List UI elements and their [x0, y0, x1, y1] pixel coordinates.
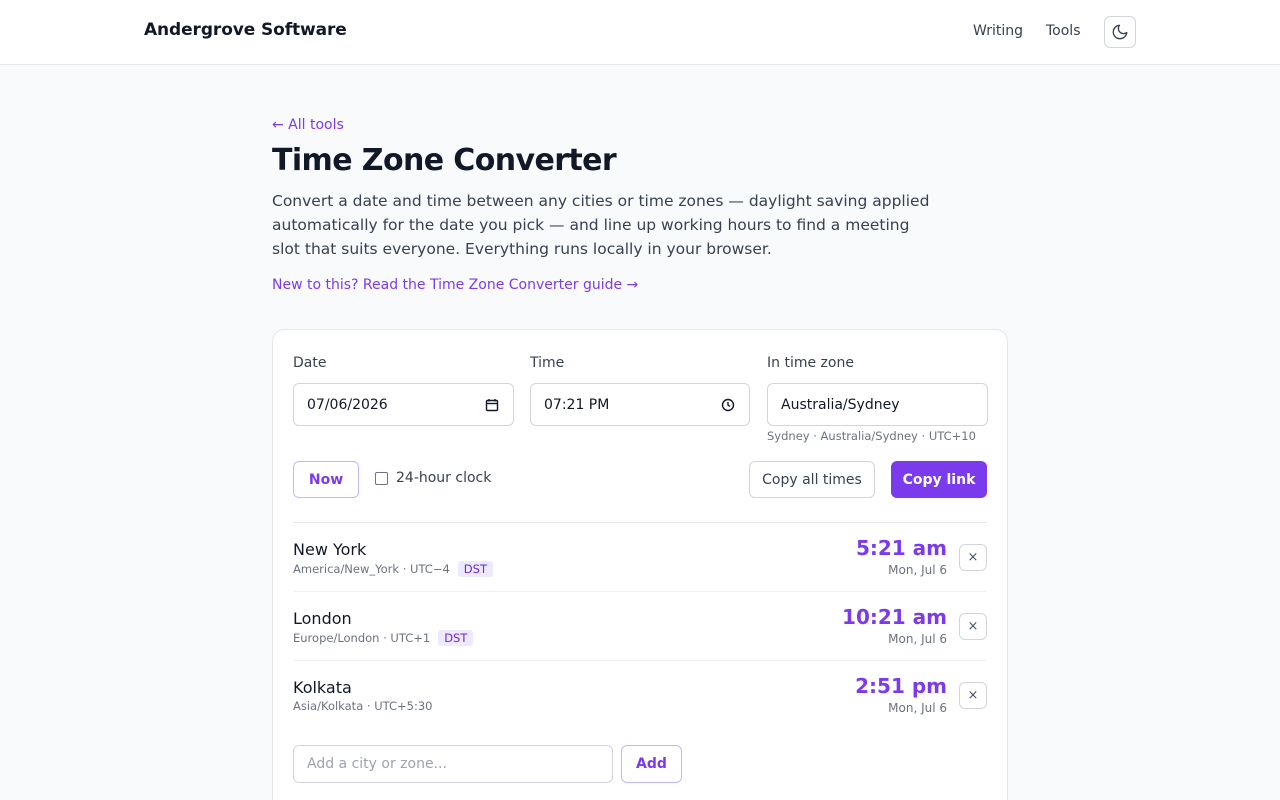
copy-all-times-button[interactable]: Copy all times	[749, 461, 875, 498]
top-bar: Andergrove Software Writing Tools	[0, 0, 1280, 65]
time-input[interactable]: 07:21 PM	[530, 383, 750, 426]
time-value: 07:21 PM	[544, 396, 610, 413]
date-value: 07/06/2026	[307, 396, 388, 413]
dst-badge: DST	[438, 630, 474, 646]
zone-day: Mon, Jul 6	[888, 563, 947, 577]
add-zone-button[interactable]: Add	[621, 745, 682, 783]
time-label: Time	[530, 355, 565, 371]
clock-icon[interactable]	[721, 398, 735, 412]
zone-value: Australia/Sydney	[781, 396, 900, 413]
moon-icon	[1112, 24, 1128, 40]
dst-badge: DST	[457, 561, 493, 577]
zone-meta: Asia/Kolkata · UTC+5:30	[293, 699, 432, 713]
copy-link-button[interactable]: Copy link	[891, 461, 987, 498]
zone-label: In time zone	[767, 355, 854, 371]
calendar-icon[interactable]	[485, 398, 499, 412]
zone-city: New York	[293, 540, 367, 559]
date-label: Date	[293, 355, 327, 371]
zone-meta: Europe/London · UTC+1 DST	[293, 630, 474, 646]
zone-meta-text: Europe/London · UTC+1	[293, 631, 431, 645]
zone-day: Mon, Jul 6	[888, 701, 947, 715]
remove-zone-button[interactable]: ×	[959, 682, 987, 709]
zone-time: 5:21 am	[855, 536, 947, 560]
zone-row: Kolkata Asia/Kolkata · UTC+5:30 2:51 pm …	[293, 661, 987, 730]
zone-city: Kolkata	[293, 678, 352, 697]
remove-zone-button[interactable]: ×	[959, 544, 987, 571]
zone-meta: America/New_York · UTC−4 DST	[293, 561, 493, 577]
zone-list: New York America/New_York · UTC−4 DST 5:…	[293, 522, 987, 730]
guide-link[interactable]: New to this? Read the Time Zone Converte…	[272, 277, 638, 293]
clock24-checkbox[interactable]	[375, 471, 388, 485]
zone-meta-text: Asia/Kolkata · UTC+5:30	[293, 699, 433, 713]
add-zone-placeholder: Add a city or zone...	[307, 756, 447, 772]
clock24-label: 24-hour clock	[396, 470, 492, 486]
nav-writing[interactable]: Writing	[973, 23, 1023, 39]
date-input[interactable]: 07/06/2026	[293, 383, 514, 426]
zone-row: New York America/New_York · UTC−4 DST 5:…	[293, 523, 987, 592]
page-intro: Convert a date and time between any citi…	[272, 192, 930, 258]
zone-time: 10:21 am	[842, 605, 947, 629]
zone-hint: Sydney · Australia/Sydney · UTC+10	[767, 429, 976, 443]
theme-toggle-button[interactable]	[1104, 16, 1136, 48]
zone-city: London	[293, 609, 352, 628]
now-button[interactable]: Now	[293, 461, 359, 498]
zone-row: London Europe/London · UTC+1 DST 10:21 a…	[293, 592, 987, 661]
add-zone-input[interactable]: Add a city or zone...	[293, 745, 613, 783]
brand-logo[interactable]: Andergrove Software	[144, 20, 347, 40]
zone-time: 2:51 pm	[855, 674, 947, 698]
remove-zone-button[interactable]: ×	[959, 613, 987, 640]
zone-day: Mon, Jul 6	[888, 632, 947, 646]
zone-input[interactable]: Australia/Sydney	[767, 383, 988, 426]
back-to-all-tools-link[interactable]: ← All tools	[272, 117, 344, 133]
zone-meta-text: America/New_York · UTC−4	[293, 562, 450, 576]
converter-card: Date 07/06/2026 Time 07:21 PM In time zo…	[272, 329, 1008, 800]
clock24-toggle[interactable]: 24-hour clock	[375, 470, 491, 486]
nav-tools[interactable]: Tools	[1046, 23, 1081, 39]
page-title: Time Zone Converter	[272, 143, 617, 178]
